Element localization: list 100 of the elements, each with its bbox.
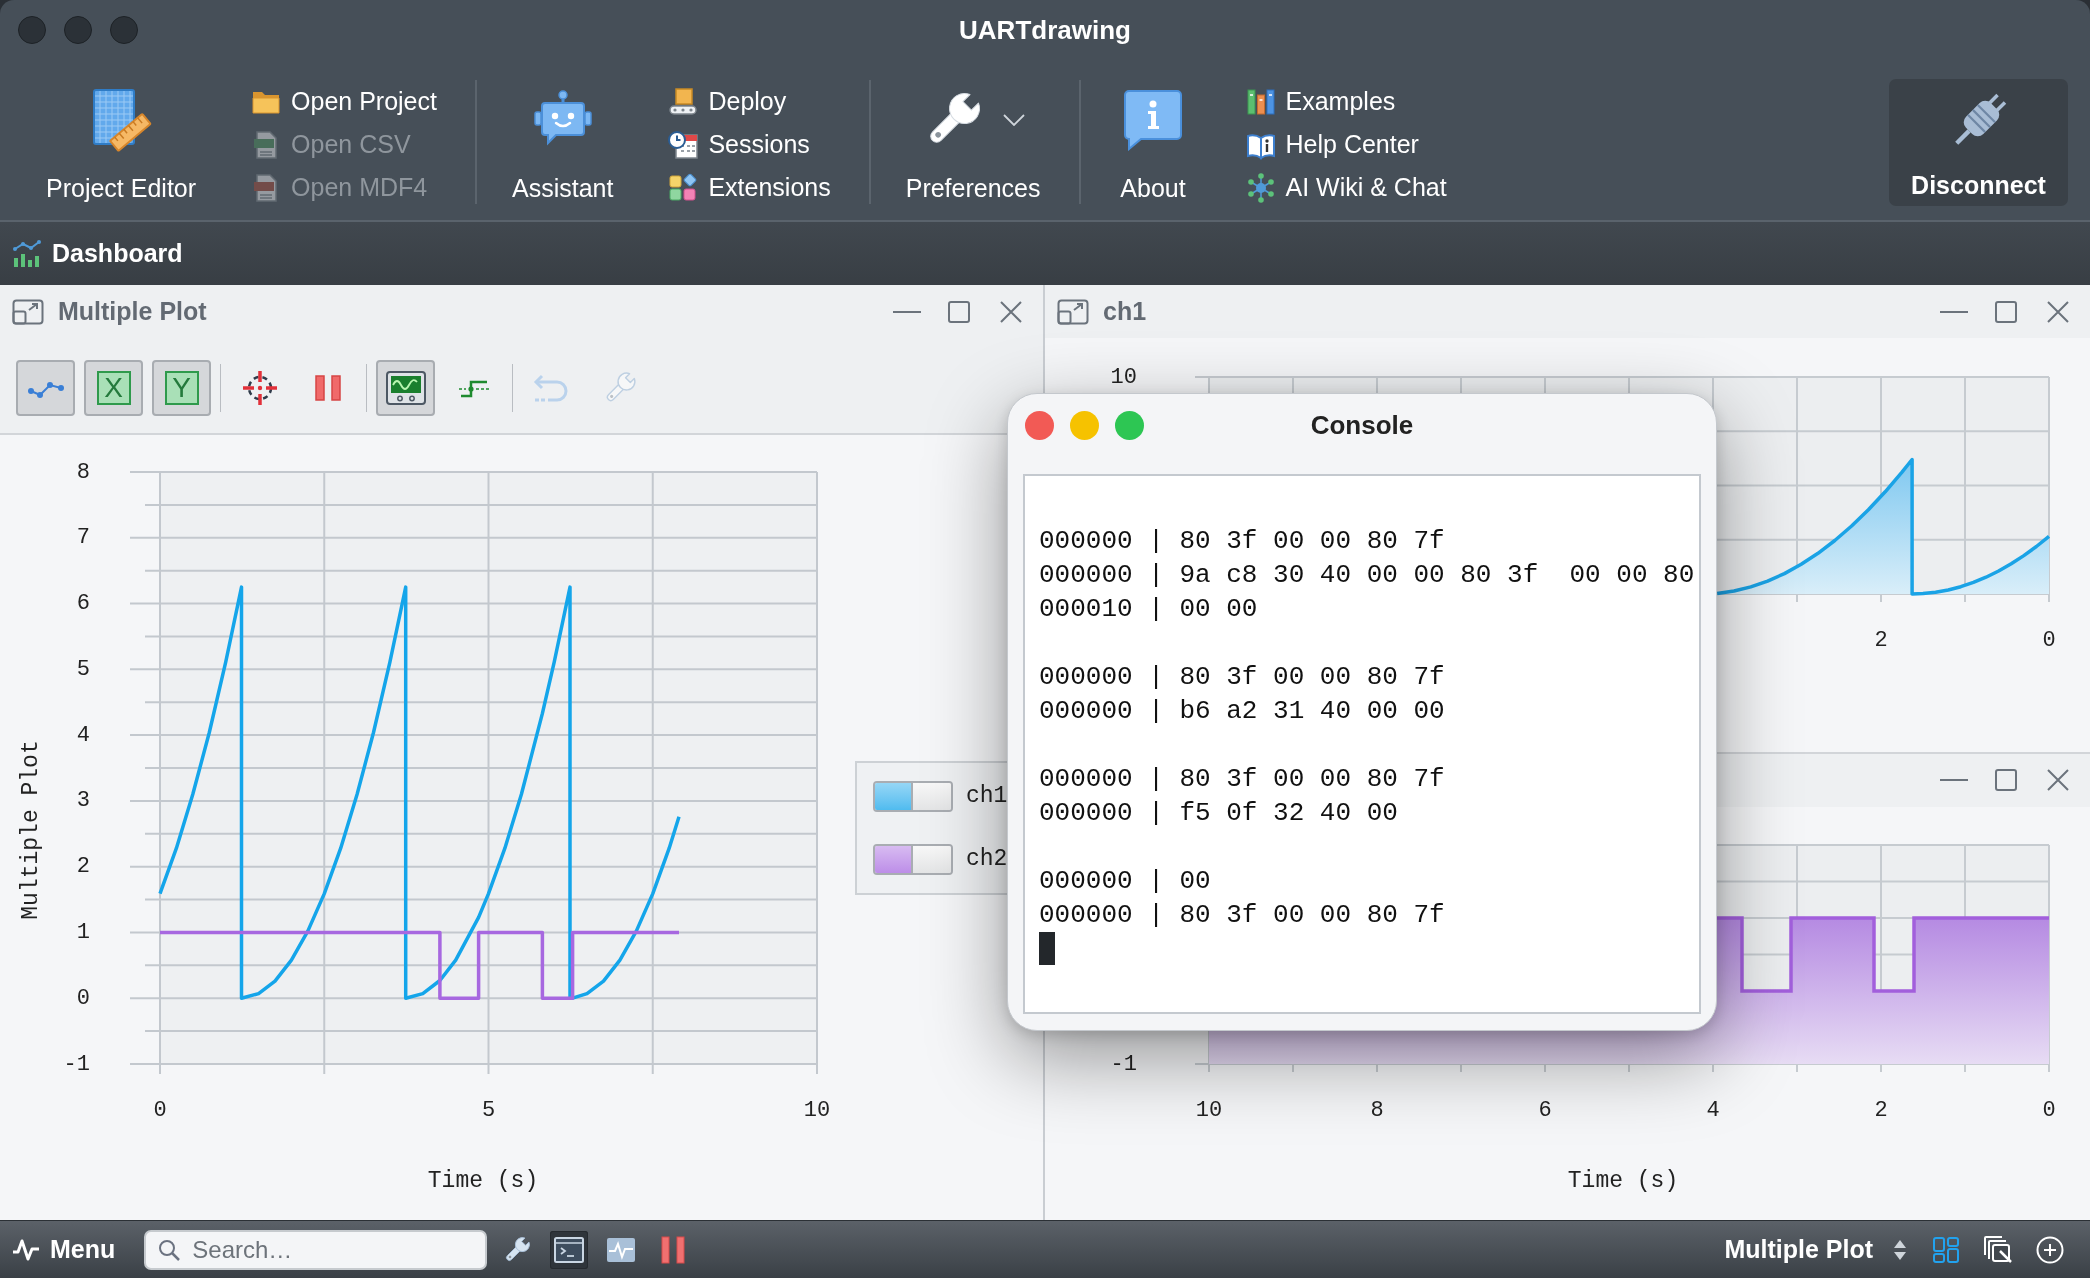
terminal-icon bbox=[554, 1236, 585, 1263]
tick-label: 2 bbox=[1874, 627, 1888, 653]
tick-label: 8 bbox=[1370, 1097, 1384, 1122]
pause-icon bbox=[661, 1235, 686, 1264]
console-line: 000000 | 00 bbox=[1039, 865, 1211, 898]
toolbar-button[interactable]: Assistant bbox=[512, 60, 614, 203]
toolbar-button[interactable]: Deploy bbox=[668, 80, 831, 123]
blocks-icon bbox=[668, 172, 699, 203]
calendar-clock-icon bbox=[668, 129, 699, 160]
console-line: 000000 | b6 a2 31 40 00 00 bbox=[1039, 695, 1445, 728]
axis-title: Time (s) bbox=[427, 1168, 539, 1194]
tick-label: 0 bbox=[2042, 627, 2056, 653]
console-line: 000000 | 80 3f 00 00 80 7f bbox=[1039, 525, 1445, 558]
tick-label: 2 bbox=[1874, 1097, 1888, 1122]
tick-label: 3 bbox=[76, 788, 90, 814]
crosshair-icon bbox=[240, 369, 279, 407]
close-icon bbox=[2047, 769, 2069, 791]
tick-label: 7 bbox=[76, 525, 90, 551]
legend-label: ch2 bbox=[966, 846, 1008, 872]
zoom-button[interactable] bbox=[110, 16, 138, 44]
toolbar-button[interactable]: Open Project bbox=[251, 80, 437, 123]
toolbar-button[interactable]: Help Center bbox=[1245, 123, 1447, 166]
x-axis-button[interactable]: X bbox=[84, 360, 143, 416]
chart-icon bbox=[12, 239, 42, 268]
maximize-icon bbox=[1995, 769, 2017, 791]
toolbar-button[interactable]: Project Editor bbox=[46, 60, 197, 203]
info-icon bbox=[1123, 89, 1183, 151]
search-field[interactable]: Search… bbox=[144, 1229, 488, 1270]
console-line: 000010 | 00 00 bbox=[1039, 593, 1258, 626]
panel-title: Multiple Plot bbox=[58, 297, 207, 326]
maximize-icon bbox=[1995, 300, 2017, 323]
console-line: 000000 | f5 0f 32 40 00 bbox=[1039, 797, 1398, 830]
tick-label: 5 bbox=[76, 656, 90, 682]
series-toggle[interactable] bbox=[873, 780, 953, 812]
disconnect-button[interactable]: Disconnect bbox=[1889, 79, 2068, 206]
maximize-icon bbox=[948, 300, 970, 323]
ruler-document-icon bbox=[90, 88, 153, 152]
tick-label: 10 bbox=[1110, 364, 1137, 390]
toolbar-button[interactable]: Extensions bbox=[668, 166, 831, 209]
tick-label: 4 bbox=[1706, 1097, 1720, 1122]
tick-label: 6 bbox=[76, 591, 90, 617]
tiles-icon bbox=[1933, 1236, 1959, 1263]
toolbar-button[interactable]: About bbox=[1115, 60, 1191, 203]
tick-label: 0 bbox=[76, 985, 90, 1011]
toolbar-button[interactable]: Examples bbox=[1245, 80, 1447, 123]
toolbar-button[interactable]: Sessions bbox=[668, 123, 831, 166]
toolbar-button[interactable]: AI Wiki & Chat bbox=[1245, 166, 1447, 209]
tick-label: 5 bbox=[481, 1097, 496, 1123]
tick-label: 1 bbox=[76, 919, 90, 945]
menu-button[interactable]: Menu bbox=[12, 1235, 116, 1264]
minimize-button[interactable] bbox=[64, 16, 92, 44]
console-line: 000000 | 80 3f 00 00 80 7f bbox=[1039, 899, 1445, 932]
minimize-icon bbox=[893, 309, 921, 314]
oscilloscope-icon bbox=[385, 371, 426, 405]
package-icon bbox=[668, 86, 699, 117]
tick-label: -1 bbox=[1110, 1051, 1137, 1076]
console-line: 000000 | 80 3f 00 00 80 7f bbox=[1039, 763, 1445, 796]
tick-label: 6 bbox=[1538, 1097, 1552, 1122]
network-icon bbox=[1245, 172, 1276, 203]
search-icon bbox=[158, 1238, 181, 1261]
tick-label: -1 bbox=[63, 1051, 90, 1077]
plus-circle-icon bbox=[2036, 1235, 2064, 1264]
tick-label: 0 bbox=[2042, 1097, 2056, 1122]
close-button[interactable] bbox=[1025, 410, 1054, 440]
axis-title: Multiple Plot bbox=[18, 740, 44, 920]
chevron-down-icon bbox=[1003, 114, 1026, 126]
stacked-windows-icon bbox=[1983, 1234, 2013, 1265]
terminal-button[interactable] bbox=[550, 1230, 589, 1269]
tick-label: 8 bbox=[76, 459, 90, 485]
pulse-monitor-icon bbox=[606, 1236, 637, 1263]
workspace-selector[interactable]: Multiple Plot bbox=[1724, 1235, 1907, 1264]
text-cursor bbox=[1039, 932, 1055, 965]
tick-label: 0 bbox=[153, 1097, 167, 1123]
minimize-icon bbox=[1940, 778, 1968, 782]
tick-label: 4 bbox=[76, 722, 90, 748]
tick-label: 2 bbox=[76, 854, 90, 880]
dashboard-title: Dashboard bbox=[52, 239, 183, 268]
toolbar-button[interactable]: Preferences bbox=[905, 60, 1041, 203]
console-line: 000000 | 9a c8 30 40 00 00 80 3f 00 00 80 bbox=[1039, 559, 1695, 592]
pause-icon bbox=[313, 374, 342, 402]
axis-title: Time (s) bbox=[1567, 1167, 1679, 1194]
series-toggle[interactable] bbox=[873, 843, 953, 875]
y-axis-button[interactable]: Y bbox=[152, 360, 211, 416]
up-down-icon bbox=[1893, 1238, 1907, 1261]
tick-label: 10 bbox=[803, 1097, 831, 1123]
minimize-icon bbox=[1940, 309, 1968, 314]
books-icon bbox=[1245, 86, 1276, 117]
tick-label: 10 bbox=[1195, 1097, 1223, 1122]
window-title: UARTdrawing bbox=[959, 14, 1131, 46]
console-line: 000000 | 80 3f 00 00 80 7f bbox=[1039, 661, 1445, 694]
close-button[interactable] bbox=[18, 16, 46, 44]
window-title: Console bbox=[1310, 409, 1414, 441]
pulse-icon bbox=[12, 1237, 40, 1262]
zoom-button[interactable] bbox=[1115, 410, 1144, 440]
legend-label: ch1 bbox=[966, 783, 1008, 809]
panel-title: ch1 bbox=[1103, 297, 1147, 326]
line-style-button[interactable] bbox=[16, 360, 75, 416]
close-icon bbox=[1000, 300, 1022, 323]
close-icon bbox=[2047, 300, 2069, 323]
oscilloscope-button[interactable] bbox=[376, 360, 435, 416]
